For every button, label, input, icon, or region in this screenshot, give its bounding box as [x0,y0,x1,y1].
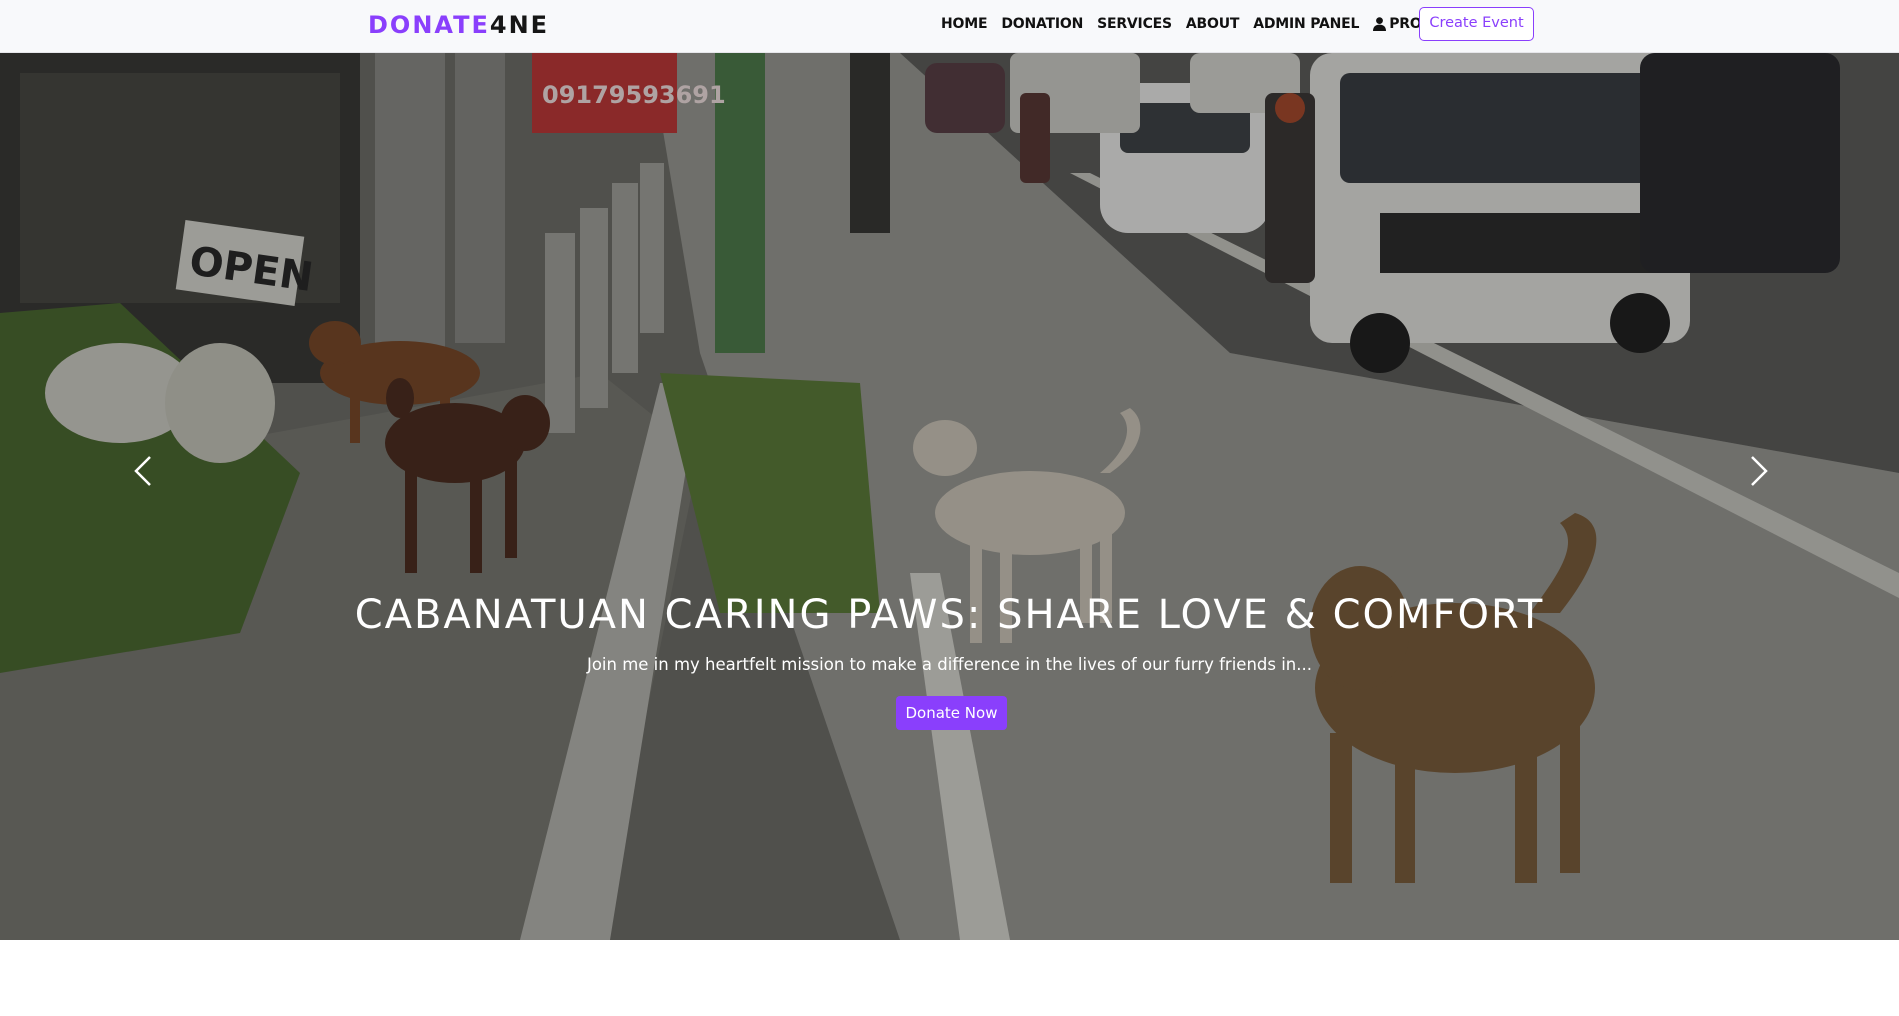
chevron-left-icon[interactable] [130,453,154,489]
nav-home[interactable]: HOME [941,16,988,32]
brand-part-2: 4NE [489,11,550,39]
create-event-button[interactable]: Create Event [1419,7,1534,41]
hero-overlay [0,53,1899,940]
user-icon [1373,17,1387,31]
hero-carousel: OPEN 09179593691 CABANATUAN CARING PAWS:… [0,53,1899,940]
chevron-right-icon[interactable] [1748,453,1772,489]
hero-title: CABANATUAN CARING PAWS: SHARE LOVE & COM… [354,592,1545,638]
brand-logo[interactable]: DONATE4NE [368,10,549,40]
navbar: DONATE4NE HOME DONATION SERVICES ABOUT A… [0,0,1899,53]
hero-subtitle: Join me in my heartfelt mission to make … [586,655,1313,674]
nav-admin-panel[interactable]: ADMIN PANEL [1253,16,1359,32]
nav-about[interactable]: ABOUT [1186,16,1240,32]
nav-donation[interactable]: DONATION [1001,16,1083,32]
nav-links: HOME DONATION SERVICES ABOUT ADMIN PANEL… [941,0,1472,48]
donate-now-button[interactable]: Donate Now [896,696,1007,730]
nav-services[interactable]: SERVICES [1097,16,1172,32]
brand-part-1: DONATE [368,11,490,39]
